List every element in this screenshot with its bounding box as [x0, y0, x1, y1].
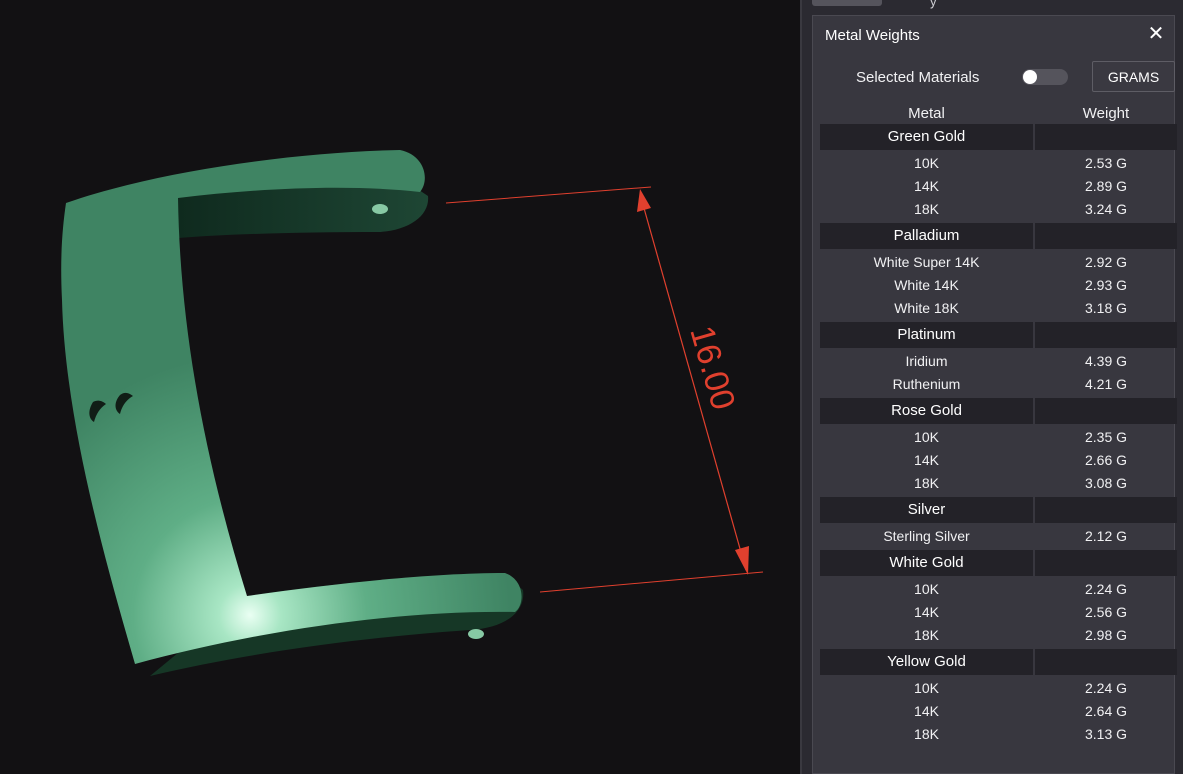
- group-row: Rose Gold: [820, 398, 1177, 424]
- dimension-arrow: [735, 546, 749, 575]
- unit-button[interactable]: GRAMS: [1092, 61, 1175, 92]
- group-row: Green Gold: [820, 124, 1177, 150]
- group-row: Palladium: [820, 223, 1177, 249]
- metal-name: White 18K: [894, 300, 959, 316]
- dimension-label: 16.00: [682, 322, 742, 414]
- table-row: White 18K 3.18 G: [820, 297, 1177, 320]
- metal-name: 14K: [914, 604, 939, 620]
- metal-weight: 3.18 G: [1084, 300, 1128, 316]
- group-row: Silver: [820, 497, 1177, 523]
- metal-weight: 2.56 G: [1084, 604, 1128, 620]
- selected-materials-toggle[interactable]: [1022, 69, 1068, 85]
- metal-weight: 3.08 G: [1084, 475, 1128, 491]
- top-tabs: y: [812, 0, 1112, 9]
- dimension-extension-line: [445, 186, 652, 204]
- table-row: 10K 2.53 G: [820, 152, 1177, 175]
- metal-weight: 2.89 G: [1084, 178, 1128, 194]
- table-row: 14K 2.64 G: [820, 700, 1177, 723]
- screw-hole-bottom: [468, 629, 484, 639]
- table-row: 18K 3.24 G: [820, 198, 1177, 221]
- metal-weight: 2.24 G: [1084, 581, 1128, 597]
- panel-title: Metal Weights: [825, 27, 920, 44]
- toggle-knob: [1023, 70, 1037, 84]
- screw-hole-top: [372, 204, 388, 214]
- table-row: 10K 2.24 G: [820, 578, 1177, 601]
- group-name: Palladium: [893, 227, 960, 244]
- table-row: 14K 2.89 G: [820, 175, 1177, 198]
- group-name: Green Gold: [887, 128, 966, 145]
- metal-weight: 3.13 G: [1084, 726, 1128, 742]
- metal-weight: 2.12 G: [1084, 528, 1128, 544]
- metal-weight: 2.92 G: [1084, 254, 1128, 270]
- model-canvas[interactable]: 16.00: [0, 0, 800, 774]
- weights-table: Metal Weight Green Gold 10K 2.53 G 14K 2.89 …: [820, 104, 1177, 748]
- table-row: Sterling Silver 2.12 G: [820, 525, 1177, 548]
- metal-weights-panel: Metal Weights ✕ Selected Materials GRAMS…: [812, 15, 1177, 774]
- metal-name: White Super 14K: [873, 254, 980, 270]
- metal-name: 18K: [914, 201, 939, 217]
- metal-weight: 2.35 G: [1084, 429, 1128, 445]
- dimension-arrow: [637, 189, 651, 212]
- group-name: Silver: [907, 501, 946, 518]
- metal-name: Iridium: [905, 353, 948, 369]
- metal-weight: 2.53 G: [1084, 155, 1128, 171]
- metal-name: 10K: [914, 581, 939, 597]
- group-row: Yellow Gold: [820, 649, 1177, 675]
- close-icon[interactable]: ✕: [1146, 24, 1166, 44]
- metal-name: Sterling Silver: [883, 528, 970, 544]
- table-row: Iridium 4.39 G: [820, 350, 1177, 373]
- metal-name: 10K: [914, 680, 939, 696]
- tab-glyph[interactable]: y: [930, 0, 937, 9]
- column-header-weight: Weight: [1082, 105, 1130, 122]
- tab-active[interactable]: [812, 0, 882, 6]
- metal-weight: 2.66 G: [1084, 452, 1128, 468]
- table-row: 18K 3.08 G: [820, 472, 1177, 495]
- table-row: 14K 2.66 G: [820, 449, 1177, 472]
- metal-weight: 2.24 G: [1084, 680, 1128, 696]
- metal-name: 10K: [914, 155, 939, 171]
- metal-weight: 2.93 G: [1084, 277, 1128, 293]
- table-header: Metal Weight: [820, 104, 1177, 124]
- metal-weight: 4.39 G: [1084, 353, 1128, 369]
- metal-name: 14K: [914, 178, 939, 194]
- sidebar: y Metal Weights ✕ Selected Materials GRA…: [800, 0, 1183, 774]
- table-row: White Super 14K 2.92 G: [820, 251, 1177, 274]
- metal-name: 14K: [914, 452, 939, 468]
- metal-name: 18K: [914, 627, 939, 643]
- table-row: 10K 2.35 G: [820, 426, 1177, 449]
- metal-weight: 2.64 G: [1084, 703, 1128, 719]
- group-name: Rose Gold: [891, 402, 962, 419]
- column-header-metal: Metal: [908, 105, 945, 122]
- metal-weight: 3.24 G: [1084, 201, 1128, 217]
- selected-materials-label: Selected Materials: [856, 69, 980, 86]
- metal-name: White 14K: [894, 277, 959, 293]
- group-row: White Gold: [820, 550, 1177, 576]
- metal-name: 10K: [914, 429, 939, 445]
- metal-name: 14K: [914, 703, 939, 719]
- table-row: 14K 2.56 G: [820, 601, 1177, 624]
- metal-weight: 2.98 G: [1084, 627, 1128, 643]
- 3d-viewport[interactable]: 16.00: [0, 0, 800, 774]
- group-name: Platinum: [897, 326, 956, 343]
- table-row: 10K 2.24 G: [820, 677, 1177, 700]
- metal-weight: 4.21 G: [1084, 376, 1128, 392]
- table-row: 18K 2.98 G: [820, 624, 1177, 647]
- dimension-extension-line: [539, 571, 764, 593]
- group-row: Platinum: [820, 322, 1177, 348]
- group-name: White Gold: [889, 554, 964, 571]
- group-name: Yellow Gold: [887, 653, 966, 670]
- metal-name: 18K: [914, 726, 939, 742]
- table-row: 18K 3.13 G: [820, 723, 1177, 746]
- metal-name: Ruthenium: [892, 376, 961, 392]
- metal-name: 18K: [914, 475, 939, 491]
- table-row: Ruthenium 4.21 G: [820, 373, 1177, 396]
- table-row: White 14K 2.93 G: [820, 274, 1177, 297]
